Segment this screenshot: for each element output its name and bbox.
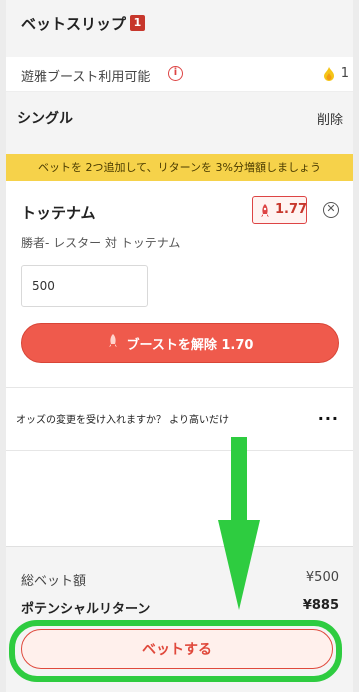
odds-change-text: オッズの変更を受け入れますか？ より高いだけ bbox=[16, 415, 229, 426]
remove-boost-label: ブーストを解除 1.70 bbox=[126, 337, 254, 353]
rocket-icon bbox=[107, 334, 119, 352]
rocket-icon bbox=[259, 203, 271, 222]
place-bet-button[interactable]: ベットする bbox=[21, 629, 333, 669]
remove-selection-icon[interactable]: ✕ bbox=[323, 202, 339, 218]
single-label: シングル bbox=[17, 111, 73, 127]
potential-return-value: ¥885 bbox=[302, 598, 339, 613]
promo-banner: ベットを 2つ追加して、リターンを 3%分増額しましょう bbox=[6, 154, 353, 181]
bet-slip-header: ベットスリップ 1 bbox=[6, 0, 353, 57]
total-stake-value: ¥500 bbox=[305, 570, 339, 585]
remove-boost-button[interactable]: ブーストを解除 1.70 bbox=[21, 323, 339, 363]
boost-available-label: 遊雅ブースト利用可能 bbox=[21, 70, 151, 85]
market-description: 勝者- レスター 対 トッテナム bbox=[21, 236, 181, 250]
bet-count-badge: 1 bbox=[130, 15, 145, 31]
stake-input[interactable] bbox=[21, 265, 148, 307]
odds-badge: 1.77 bbox=[252, 196, 307, 224]
boost-count: 1 bbox=[340, 66, 349, 81]
bet-slip-title: ベットスリップ bbox=[21, 15, 127, 33]
more-options-icon[interactable]: ... bbox=[318, 405, 339, 424]
odds-value: 1.77 bbox=[275, 202, 308, 217]
bet-summary: 総ベット額 ¥500 ポテンシャルリターン ¥885 ベットする bbox=[6, 546, 353, 692]
boost-available-row: 遊雅ブースト利用可能 i 1 bbox=[6, 57, 353, 92]
selection-team: トッテナム bbox=[21, 204, 96, 222]
info-icon[interactable]: i bbox=[168, 66, 183, 81]
total-stake-label: 総ベット額 bbox=[21, 574, 87, 589]
potential-return-label: ポテンシャルリターン bbox=[21, 602, 151, 617]
odds-change-setting: オッズの変更を受け入れますか？ より高いだけ ... bbox=[6, 389, 353, 451]
flame-icon bbox=[323, 66, 335, 85]
empty-area bbox=[6, 451, 353, 546]
selection-card: トッテナム 1.77 ✕ 勝者- レスター 対 トッテナム ブーストを解除 1.… bbox=[6, 181, 353, 388]
single-section-header: シングル 削除 bbox=[6, 92, 353, 154]
delete-button[interactable]: 削除 bbox=[317, 109, 343, 128]
